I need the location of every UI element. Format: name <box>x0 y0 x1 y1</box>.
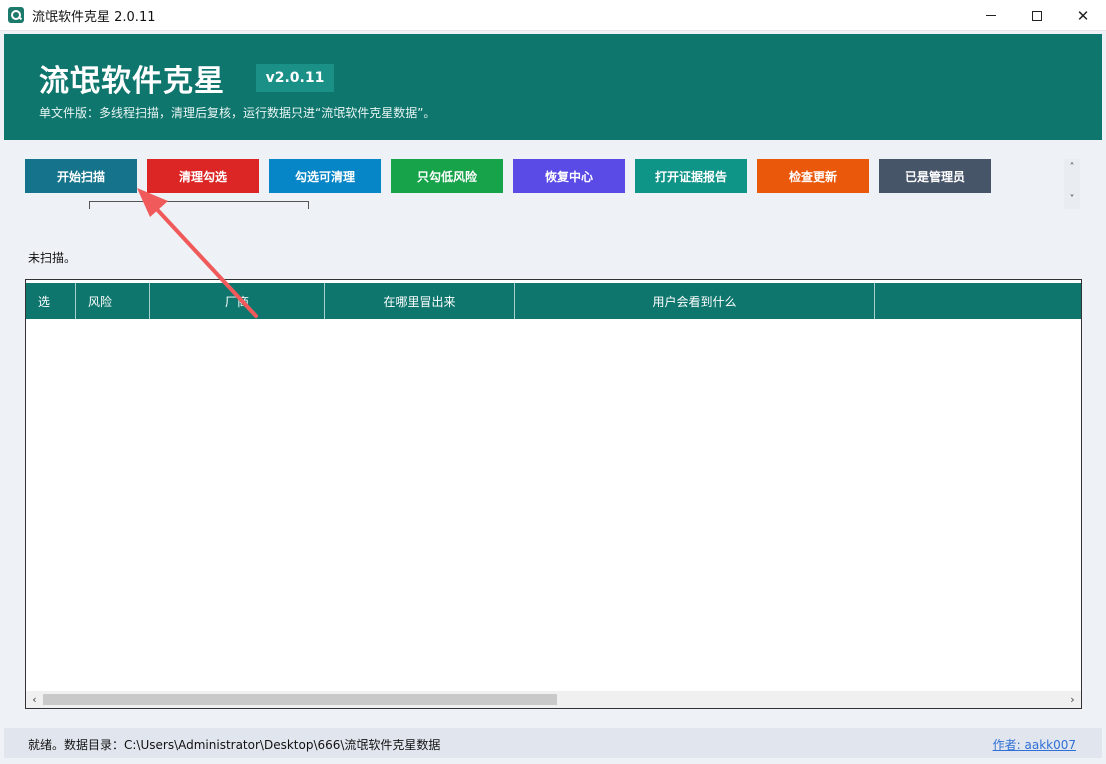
table-header: 选 风险 厂商 在哪里冒出来 用户会看到什么 <box>26 283 1081 319</box>
scrollbar-thumb[interactable] <box>43 694 557 705</box>
start-scan-button[interactable]: 开始扫描 <box>25 159 137 193</box>
minimize-icon <box>986 15 996 16</box>
results-table: 选 风险 厂商 在哪里冒出来 用户会看到什么 ‹ › <box>25 279 1082 709</box>
chevron-down-icon[interactable]: ˅ <box>1064 193 1080 207</box>
scan-progress-bar <box>89 201 309 209</box>
open-evidence-report-button[interactable]: 打开证据报告 <box>635 159 747 193</box>
check-cleanable-button[interactable]: 勾选可清理 <box>269 159 381 193</box>
chevron-up-icon[interactable]: ˄ <box>1064 161 1080 175</box>
column-vendor[interactable]: 厂商 <box>150 283 325 319</box>
maximize-icon <box>1032 10 1042 21</box>
column-extra[interactable] <box>875 283 1081 319</box>
admin-status-button[interactable]: 已是管理员 <box>879 159 991 193</box>
window-controls: ✕ <box>968 0 1106 31</box>
horizontal-scrollbar[interactable]: ‹ › <box>26 691 1081 708</box>
author-link[interactable]: 作者: aakk007 <box>993 736 1076 753</box>
header-banner: 流氓软件克星 v2.0.11 单文件版：多线程扫描，清理后复核，运行数据只进“流… <box>4 34 1102 140</box>
scroll-left-icon[interactable]: ‹ <box>26 691 43 708</box>
version-badge: v2.0.11 <box>256 64 334 92</box>
column-risk[interactable]: 风险 <box>76 283 150 319</box>
toolbar-scrollbar[interactable]: ˄ ˅ <box>1064 159 1080 209</box>
column-select[interactable]: 选 <box>26 283 76 319</box>
minimize-button[interactable] <box>968 0 1014 31</box>
toolbar: 开始扫描 清理勾选 勾选可清理 只勾低风险 恢复中心 打开证据报告 检查更新 已… <box>25 159 1001 193</box>
window-title: 流氓软件克星 2.0.11 <box>32 9 156 25</box>
maximize-button[interactable] <box>1014 0 1060 31</box>
close-icon: ✕ <box>1076 6 1090 25</box>
scroll-right-icon[interactable]: › <box>1064 691 1081 708</box>
column-where-appears[interactable]: 在哪里冒出来 <box>325 283 515 319</box>
status-bar: 就绪。数据目录：C:\Users\Administrator\Desktop\6… <box>4 728 1102 758</box>
client-area: 流氓软件克星 v2.0.11 单文件版：多线程扫描，清理后复核，运行数据只进“流… <box>0 31 1106 764</box>
check-update-button[interactable]: 检查更新 <box>757 159 869 193</box>
app-name: 流氓软件克星 <box>39 64 225 99</box>
column-what-user-sees[interactable]: 用户会看到什么 <box>515 283 875 319</box>
title-bar: 流氓软件克星 2.0.11 ✕ <box>0 0 1106 31</box>
recovery-center-button[interactable]: 恢复中心 <box>513 159 625 193</box>
app-icon <box>8 7 24 23</box>
status-message: 就绪。数据目录：C:\Users\Administrator\Desktop\6… <box>28 738 441 752</box>
subtitle: 单文件版：多线程扫描，清理后复核，运行数据只进“流氓软件克星数据”。 <box>39 106 436 120</box>
close-button[interactable]: ✕ <box>1060 0 1106 31</box>
clean-checked-button[interactable]: 清理勾选 <box>147 159 259 193</box>
scan-status-text: 未扫描。 <box>28 251 77 265</box>
check-low-risk-button[interactable]: 只勾低风险 <box>391 159 503 193</box>
